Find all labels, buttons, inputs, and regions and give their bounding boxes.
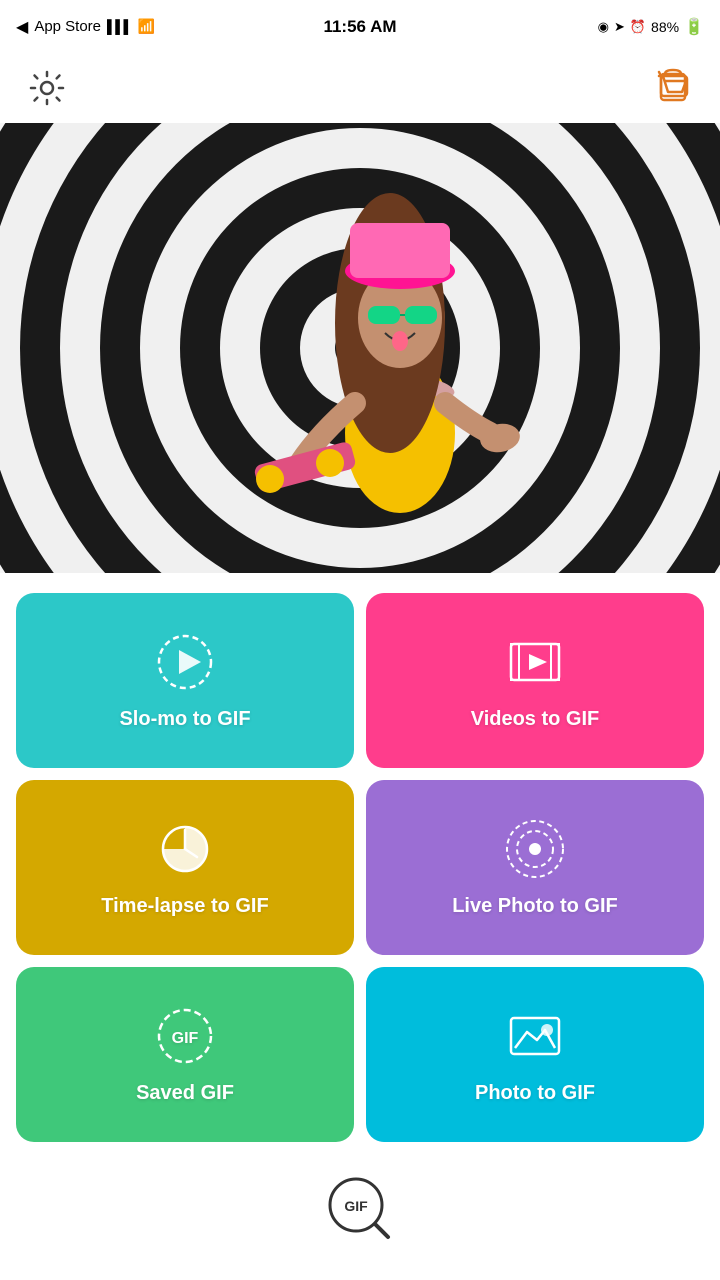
savedgif-button[interactable]: GIF Saved GIF	[16, 967, 354, 1142]
livephoto-label: Live Photo to GIF	[452, 895, 618, 918]
slo-mo-button[interactable]: Slo-mo to GIF	[16, 593, 354, 768]
feature-grid: Slo-mo to GIF Videos to GIF	[0, 573, 720, 1174]
status-time: 11:56 AM	[323, 17, 396, 37]
slo-mo-icon	[153, 630, 217, 694]
livephoto-button[interactable]: Live Photo to GIF	[366, 780, 704, 955]
gif-search-button[interactable]: GIF	[320, 1169, 400, 1249]
livephoto-icon	[503, 817, 567, 881]
videos-button[interactable]: Videos to GIF	[366, 593, 704, 768]
hero-image	[0, 123, 720, 573]
grid-row-3: GIF Saved GIF Photo to GIF	[16, 967, 704, 1142]
grid-row-2: Time-lapse to GIF Live Photo to GIF	[16, 780, 704, 955]
battery-icon: 🔋	[684, 17, 704, 37]
carrier-label: App Store	[34, 18, 101, 35]
app-header	[0, 53, 720, 123]
svg-text:GIF: GIF	[172, 1030, 199, 1047]
timelapse-button[interactable]: Time-lapse to GIF	[16, 780, 354, 955]
status-left: ◀ App Store ▌▌▌ 📶	[16, 17, 155, 37]
bottom-bar: GIF	[0, 1174, 720, 1254]
videos-icon	[503, 630, 567, 694]
status-right: ◉ ➤ ⏰ 88% 🔋	[598, 17, 704, 37]
savedgif-icon: GIF	[153, 1004, 217, 1068]
arrow-icon: ➤	[614, 19, 625, 35]
timelapse-icon	[153, 817, 217, 881]
svg-text:GIF: GIF	[344, 1198, 368, 1214]
settings-button[interactable]	[24, 65, 70, 111]
timelapse-label: Time-lapse to GIF	[101, 895, 268, 918]
battery-label: 88%	[651, 19, 679, 35]
photo-button[interactable]: Photo to GIF	[366, 967, 704, 1142]
shop-button[interactable]	[650, 65, 696, 111]
wifi-icon: 📶	[138, 18, 155, 35]
photo-label: Photo to GIF	[475, 1082, 595, 1105]
signal-icon: ▌▌▌	[107, 19, 132, 34]
location-icon: ◉	[598, 19, 609, 35]
savedgif-label: Saved GIF	[136, 1082, 234, 1105]
videos-label: Videos to GIF	[471, 708, 600, 731]
slo-mo-label: Slo-mo to GIF	[119, 708, 250, 731]
status-bar: ◀ App Store ▌▌▌ 📶 11:56 AM ◉ ➤ ⏰ 88% 🔋	[0, 0, 720, 53]
photo-icon	[503, 1004, 567, 1068]
grid-row-1: Slo-mo to GIF Videos to GIF	[16, 593, 704, 768]
back-arrow: ◀	[16, 17, 28, 37]
alarm-icon: ⏰	[630, 19, 646, 35]
